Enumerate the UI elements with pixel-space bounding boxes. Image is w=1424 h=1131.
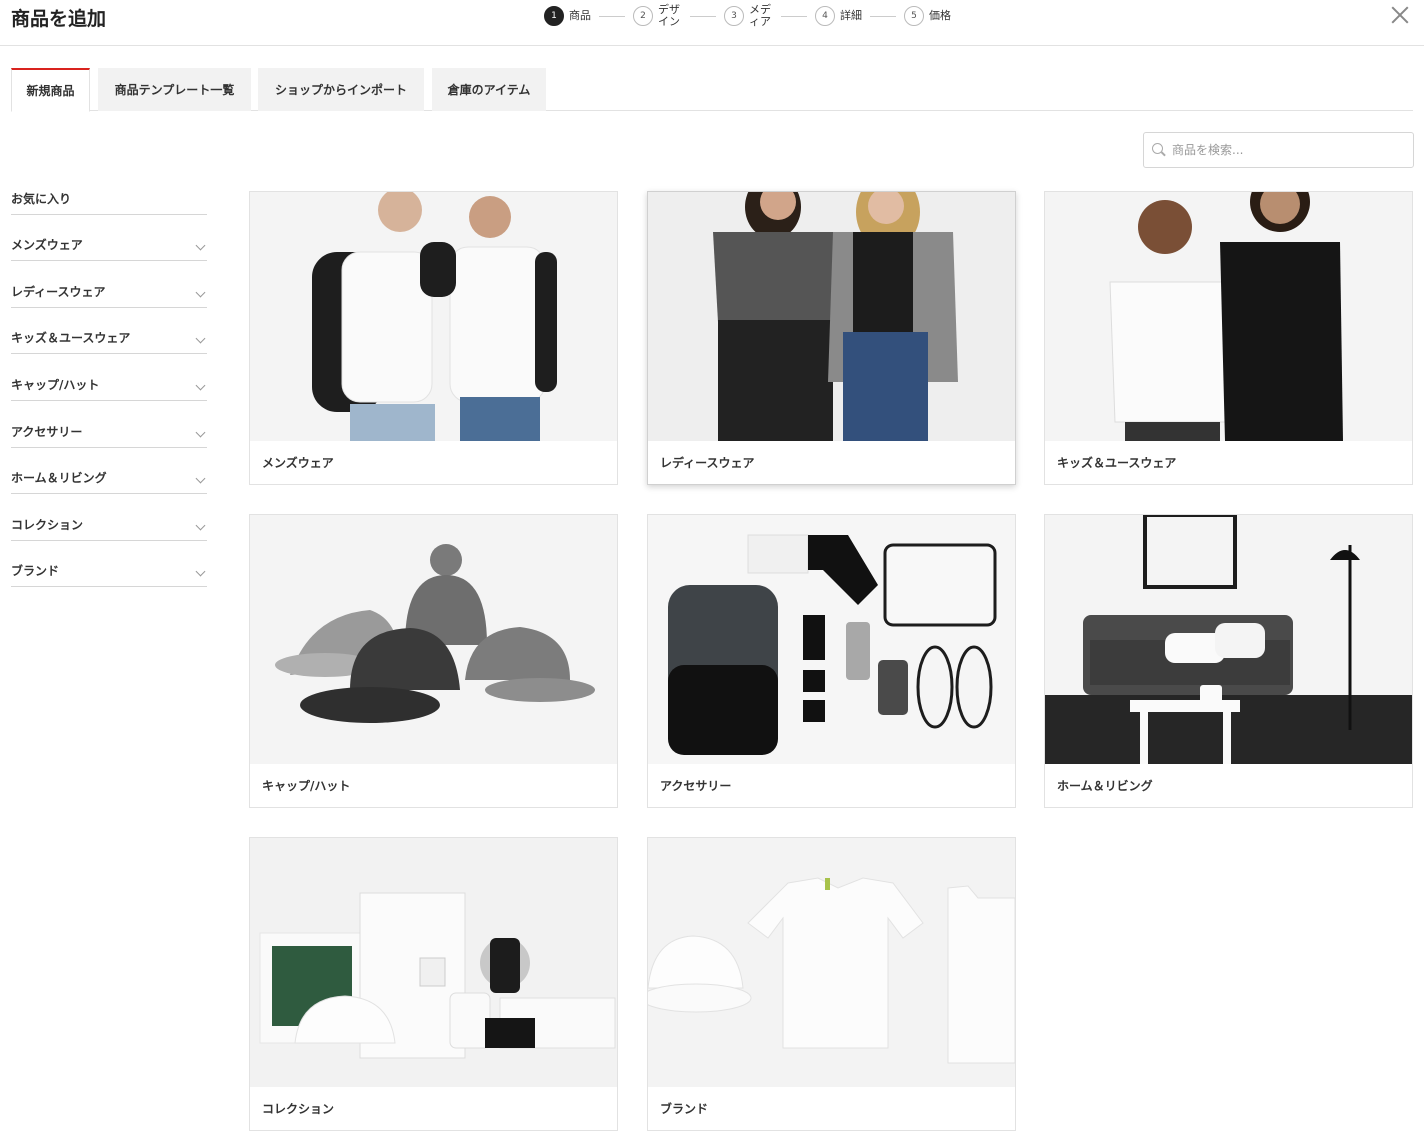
- step-label: 詳細: [840, 9, 862, 22]
- step-4[interactable]: 4 詳細: [815, 6, 862, 26]
- close-icon[interactable]: [1388, 3, 1412, 27]
- card-label: ホーム＆リビング: [1057, 779, 1153, 793]
- step-2[interactable]: 2 デザイン: [633, 4, 682, 28]
- sidebar-item-label: キッズ＆ユースウェア: [11, 331, 131, 346]
- step-label: デザイン: [658, 3, 680, 28]
- card-image: [250, 192, 617, 441]
- page-title: 商品を追加: [11, 8, 107, 30]
- step-number: 3: [724, 6, 744, 26]
- card-image: [648, 515, 1015, 764]
- category-card-collections[interactable]: コレクション: [249, 837, 618, 1131]
- category-card-kids[interactable]: キッズ＆ユースウェア: [1044, 191, 1413, 485]
- sidebar-item-label: レディースウェア: [11, 284, 106, 299]
- chevron-down-icon: [195, 520, 206, 531]
- sidebar-item-womenswear[interactable]: レディースウェア: [11, 261, 207, 308]
- category-card-hats[interactable]: キャップ/ハット: [249, 514, 618, 808]
- step-connector: [690, 15, 716, 17]
- sidebar-item-label: ホーム＆リビング: [11, 471, 107, 486]
- step-3[interactable]: 3 メディア: [724, 4, 773, 28]
- chevron-down-icon: [195, 427, 206, 438]
- sidebar-item-label: コレクション: [11, 517, 84, 532]
- tab-import-from-shop[interactable]: ショップからインポート: [258, 68, 424, 111]
- card-image: [250, 515, 617, 764]
- chevron-down-icon: [195, 333, 206, 344]
- step-label: メディア: [749, 3, 771, 28]
- card-image: [648, 192, 1015, 441]
- tab-bar: 新規商品 商品テンプレート一覧 ショップからインポート 倉庫のアイテム: [11, 68, 1413, 112]
- card-image: [1045, 515, 1412, 764]
- sidebar-item-hats[interactable]: キャップ/ハット: [11, 354, 207, 401]
- step-label: 商品: [569, 9, 591, 22]
- card-label: アクセサリー: [660, 779, 732, 793]
- sidebar-item-label: メンズウェア: [11, 238, 83, 253]
- sidebar-item-label: ブランド: [11, 564, 60, 579]
- sidebar-item-collections[interactable]: コレクション: [11, 494, 207, 541]
- sidebar-item-accessories[interactable]: アクセサリー: [11, 401, 207, 448]
- sidebar-item-favorites[interactable]: お気に入り: [11, 168, 207, 215]
- step-number: 2: [633, 6, 653, 26]
- step-indicator: 1 商品 2 デザイン 3 メディア 4 詳細 5 価格: [544, 3, 951, 29]
- card-image: [250, 838, 617, 1087]
- sidebar-item-label: お気に入り: [11, 191, 72, 206]
- chevron-down-icon: [195, 240, 206, 251]
- sidebar-item-label: キャップ/ハット: [11, 377, 100, 392]
- search-box: [1143, 132, 1414, 168]
- card-label: キャップ/ハット: [262, 779, 351, 793]
- chevron-down-icon: [195, 287, 206, 298]
- category-card-accessories[interactable]: アクセサリー: [647, 514, 1016, 808]
- sidebar-item-menswear[interactable]: メンズウェア: [11, 215, 207, 262]
- chevron-down-icon: [195, 566, 206, 577]
- step-number: 4: [815, 6, 835, 26]
- card-label: レディースウェア: [660, 456, 755, 470]
- chevron-down-icon: [195, 380, 206, 391]
- step-connector: [599, 15, 625, 17]
- sidebar-item-home-living[interactable]: ホーム＆リビング: [11, 448, 207, 495]
- card-label: ブランド: [660, 1102, 709, 1116]
- card-image: [1045, 192, 1412, 441]
- card-label: メンズウェア: [262, 456, 334, 470]
- chevron-down-icon: [195, 473, 206, 484]
- card-label: コレクション: [262, 1102, 335, 1116]
- step-number: 5: [904, 6, 924, 26]
- step-5[interactable]: 5 価格: [904, 6, 951, 26]
- sidebar-item-brands[interactable]: ブランド: [11, 541, 207, 588]
- tab-new-product[interactable]: 新規商品: [11, 68, 90, 112]
- sidebar-item-kids[interactable]: キッズ＆ユースウェア: [11, 308, 207, 355]
- search-input[interactable]: [1172, 143, 1402, 157]
- step-1[interactable]: 1 商品: [544, 6, 591, 26]
- category-card-womenswear[interactable]: レディースウェア: [647, 191, 1016, 485]
- category-sidebar: お気に入り メンズウェア レディースウェア キッズ＆ユースウェア キャップ/ハッ…: [11, 168, 207, 588]
- step-number: 1: [544, 6, 564, 26]
- category-card-menswear[interactable]: メンズウェア: [249, 191, 618, 485]
- step-label: 価格: [929, 9, 951, 22]
- modal-header: 商品を追加 1 商品 2 デザイン 3 メディア 4 詳細 5 価格: [0, 0, 1424, 46]
- sidebar-item-label: アクセサリー: [11, 424, 83, 439]
- step-connector: [781, 15, 807, 17]
- category-card-brands[interactable]: ブランド: [647, 837, 1016, 1131]
- category-card-home-living[interactable]: ホーム＆リビング: [1044, 514, 1413, 808]
- search-icon: [1152, 143, 1166, 157]
- step-connector: [870, 15, 896, 17]
- card-image: [648, 838, 1015, 1087]
- tab-warehouse-items[interactable]: 倉庫のアイテム: [432, 68, 546, 111]
- tab-product-templates[interactable]: 商品テンプレート一覧: [98, 68, 251, 111]
- card-label: キッズ＆ユースウェア: [1057, 456, 1177, 470]
